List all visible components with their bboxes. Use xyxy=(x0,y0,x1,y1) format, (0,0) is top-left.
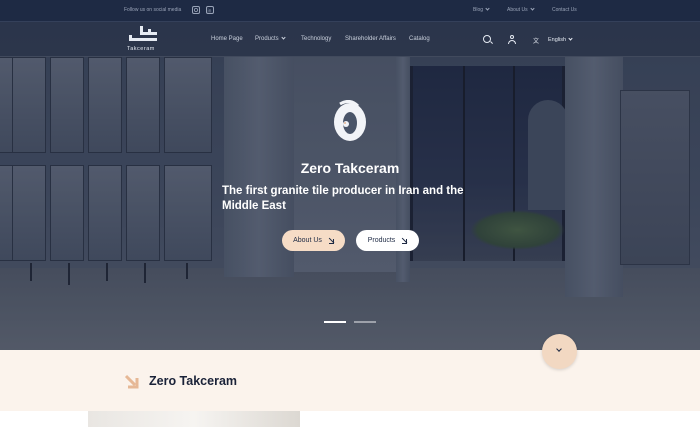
nav-home[interactable]: Home Page xyxy=(211,36,243,42)
blog-link[interactable]: Blog xyxy=(473,6,490,13)
instagram-icon[interactable] xyxy=(192,6,200,14)
chevron-down-icon xyxy=(568,36,573,41)
language-label: English xyxy=(548,37,567,43)
hero-subtitle: The first granite tile producer in Iran … xyxy=(222,185,464,212)
nav-products[interactable]: Products xyxy=(255,35,286,42)
language-selector[interactable]: English xyxy=(548,36,573,43)
hero-title: Zero Takceram xyxy=(300,160,400,176)
logo-wordmark: Takceram xyxy=(127,46,155,52)
chevron-down-icon xyxy=(529,6,535,11)
social-media-label: Follow us on social media xyxy=(124,7,182,13)
about-us-link[interactable]: About Us xyxy=(507,6,535,13)
user-icon[interactable] xyxy=(508,35,516,44)
contact-us-link[interactable]: Contact Us xyxy=(552,7,577,13)
arrow-down-right-icon xyxy=(328,238,334,244)
main-navigation: Takceram Home Page Products Technology S… xyxy=(0,22,700,57)
linkedin-icon[interactable]: in xyxy=(206,6,214,14)
nav-technology[interactable]: Technology xyxy=(301,36,331,42)
chevron-down-icon xyxy=(485,6,490,11)
interior-image xyxy=(88,411,300,427)
nav-shareholder-affairs[interactable]: Shareholder Affairs xyxy=(345,36,396,42)
arrow-down-right-icon xyxy=(124,374,139,389)
zero-takceram-badge-icon xyxy=(334,100,366,141)
user-icon-body xyxy=(508,40,516,44)
svg-text:in: in xyxy=(208,9,212,15)
scroll-down-button[interactable] xyxy=(542,334,577,369)
search-icon[interactable] xyxy=(483,35,491,43)
slider-dot-active[interactable] xyxy=(324,321,346,323)
logo-mark-icon xyxy=(129,26,157,41)
top-bar: Follow us on social media in Blog About … xyxy=(0,0,700,22)
about-us-button[interactable]: About Us xyxy=(282,230,345,251)
about-us-button-label: About Us xyxy=(293,237,322,244)
chevron-down-icon xyxy=(556,346,562,352)
section-title: Zero Takceram xyxy=(149,374,238,388)
arrow-down-right-icon xyxy=(401,238,408,244)
user-icon-head xyxy=(510,35,514,39)
products-button-label: Products xyxy=(367,237,396,244)
about-us-link-label: About Us xyxy=(507,7,528,13)
translate-icon[interactable]: 文 xyxy=(533,36,539,45)
slider-dot[interactable] xyxy=(354,321,376,323)
nav-products-label: Products xyxy=(255,36,279,42)
chevron-down-icon xyxy=(281,35,286,40)
takceram-logo[interactable]: Takceram xyxy=(126,26,160,52)
products-button[interactable]: Products xyxy=(356,230,419,251)
blog-link-label: Blog xyxy=(473,7,484,13)
nav-catalog[interactable]: Catalog xyxy=(409,36,430,42)
